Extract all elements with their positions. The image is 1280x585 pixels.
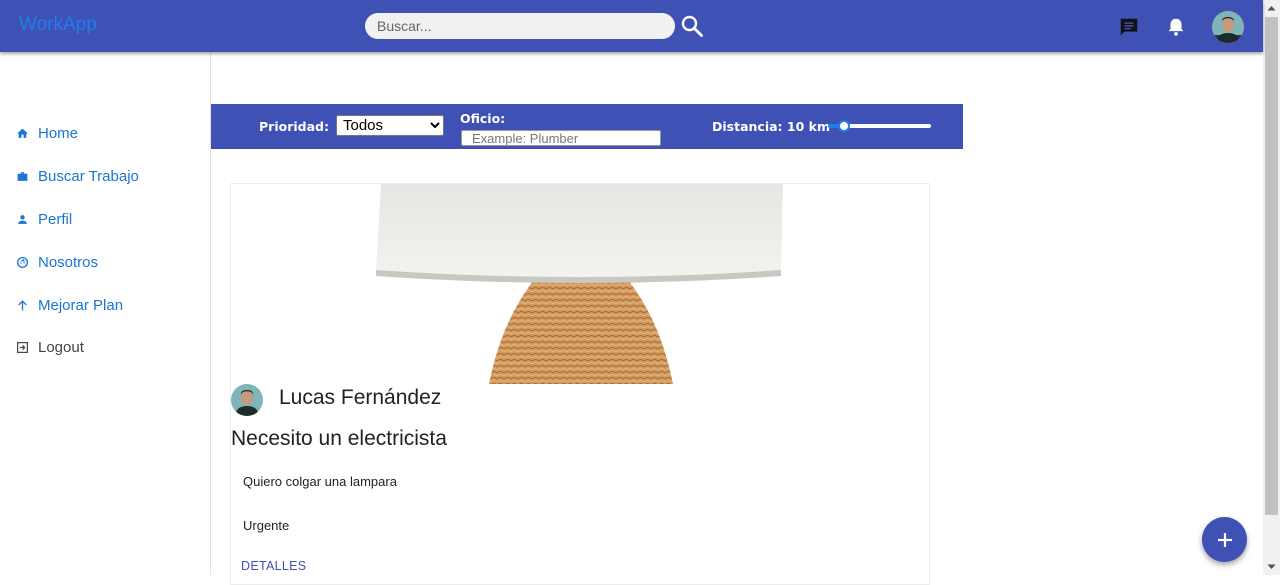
sidebar-item-logout[interactable]: Logout	[16, 336, 84, 358]
page-scrollbar[interactable]	[1263, 0, 1280, 575]
sidebar-item-nosotros[interactable]: Nosotros	[16, 251, 98, 273]
search-input[interactable]	[365, 13, 675, 39]
job-post-card: Lucas Fernández Necesito un electricista…	[230, 183, 930, 585]
distance-slider[interactable]	[828, 118, 931, 134]
arrow-up-icon	[16, 299, 29, 312]
post-image	[231, 184, 929, 384]
priority-select[interactable]: Todos	[336, 115, 444, 136]
sidebar-item-label: Nosotros	[38, 253, 99, 271]
distance-label: Distancia: 10 km	[712, 119, 830, 134]
person-icon	[16, 213, 29, 226]
top-app-bar: WorkApp	[0, 0, 1263, 52]
plus-icon	[1217, 532, 1232, 547]
sidebar-item-label: Perfil	[38, 210, 73, 228]
scroll-up-arrow-icon[interactable]	[1263, 0, 1280, 17]
face-icon	[16, 256, 29, 269]
sidebar-item-label: Mejorar Plan	[38, 296, 124, 314]
notifications-bell-icon[interactable]	[1165, 16, 1187, 38]
user-avatar[interactable]	[1212, 11, 1244, 43]
scroll-down-arrow-icon[interactable]	[1263, 558, 1280, 575]
add-post-button[interactable]	[1202, 517, 1247, 562]
author-name: Lucas Fernández	[279, 386, 442, 409]
sidebar-item-perfil[interactable]: Perfil	[16, 208, 72, 230]
post-title: Necesito un electricista	[231, 427, 447, 450]
app-brand[interactable]: WorkApp	[19, 14, 97, 36]
sidebar-item-label: Logout	[38, 338, 84, 356]
post-priority: Urgente	[243, 518, 290, 533]
chat-icon[interactable]	[1118, 16, 1140, 38]
oficio-label: Oficio:	[460, 111, 506, 126]
slider-thumb[interactable]	[838, 120, 851, 132]
search-icon[interactable]	[680, 14, 704, 38]
sidebar: Home Buscar Trabajo Perfil Nosotros Mejo…	[0, 52, 211, 575]
logout-icon	[16, 341, 29, 354]
priority-label: Prioridad:	[259, 119, 329, 134]
oficio-input[interactable]	[461, 130, 661, 146]
sidebar-item-home[interactable]: Home	[16, 122, 78, 144]
briefcase-icon	[16, 170, 29, 183]
sidebar-item-mejorar-plan[interactable]: Mejorar Plan	[16, 294, 123, 316]
author-avatar[interactable]	[231, 384, 263, 416]
sidebar-item-label: Buscar Trabajo	[38, 167, 139, 185]
details-button[interactable]: DETALLES	[241, 559, 306, 573]
scrollbar-thumb[interactable]	[1265, 17, 1278, 515]
filter-bar: Prioridad: Todos Oficio: Distancia: 10 k…	[211, 104, 963, 149]
sidebar-item-label: Home	[38, 124, 79, 142]
home-icon	[16, 127, 29, 140]
sidebar-item-buscar-trabajo[interactable]: Buscar Trabajo	[16, 165, 139, 187]
post-description: Quiero colgar una lampara	[243, 474, 397, 489]
